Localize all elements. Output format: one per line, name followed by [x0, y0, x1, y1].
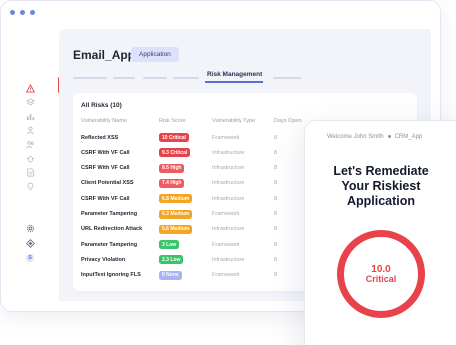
layers-icon[interactable]	[25, 98, 35, 107]
risk-score-cell: 0 None	[159, 270, 212, 280]
table-row[interactable]: URL Redirection Attack 5.6 Medium Infrastr…	[81, 224, 314, 234]
page-title: Email_App	[73, 48, 136, 62]
table-row[interactable]: InputText Ignoring FLS 0 None Framework 8	[81, 270, 314, 280]
risk-score-badge: 0 None	[159, 270, 182, 280]
risk-score-badge: 10 Critical	[159, 133, 189, 142]
chart-icon[interactable]	[26, 112, 35, 121]
risk-score-label: Critical	[365, 273, 397, 284]
vulnerability-type: Infrastructure	[212, 165, 245, 172]
window-dot-close[interactable]	[10, 10, 15, 15]
risk-score-cell: 8.5 High	[159, 163, 212, 173]
risk-score-cell: 2.3 Low	[159, 255, 212, 265]
table-header: Vulnerability Name Risk Score Vulnerabil…	[81, 118, 314, 124]
vulnerability-name[interactable]: CSRF With VF Call	[81, 165, 159, 171]
tab-placeholder-2[interactable]	[113, 77, 135, 79]
gear-icon[interactable]	[26, 224, 35, 233]
window-controls	[10, 10, 35, 15]
vulnerability-name[interactable]: URL Redirection Attack	[81, 226, 159, 232]
table-row[interactable]: Client Potential XSS 7.4 High Infrastructu…	[81, 178, 314, 188]
separator-dot	[387, 134, 391, 138]
vulnerability-type: Framework	[212, 272, 240, 279]
table-row[interactable]: Reflected XSS 10 Critical Framework 8	[81, 133, 314, 142]
table-row[interactable]: CSRF With VF Call 6.8 Medium Infrastructur…	[81, 194, 314, 204]
risk-score-value: 10.0	[371, 263, 391, 275]
headline: Let's Remediate Your Riskiest Applicatio…	[305, 164, 456, 208]
vulnerability-name[interactable]: Parameter Tampering	[81, 211, 159, 217]
risk-score-badge: 3 Low	[159, 240, 180, 250]
welcome-text: Welcome John Smith	[327, 134, 384, 140]
risk-score-cell: 6.8 Medium	[159, 194, 212, 204]
headline-line: Let's Remediate	[333, 164, 429, 178]
risk-score-badge: 2.3 Low	[159, 255, 184, 265]
vulnerability-type: Infrastructure	[212, 256, 245, 263]
welcome-bar: Welcome John Smith CRM_App	[327, 134, 422, 140]
column-header[interactable]: Risk Score	[159, 118, 212, 124]
org-name: CRM_App	[394, 134, 423, 140]
risk-score-badge: 5.6 Medium	[159, 224, 193, 234]
vulnerability-name[interactable]: Parameter Tampering	[81, 242, 159, 248]
bug-icon[interactable]	[26, 154, 35, 163]
risk-score-badge: 8.5 High	[159, 163, 185, 173]
risk-score-cell: 7.4 High	[159, 178, 212, 188]
sidebar	[1, 29, 59, 311]
tab-placeholder-1[interactable]	[73, 77, 107, 79]
risk-score-cell: 10 Critical	[159, 133, 212, 142]
app-type-badge: Application	[131, 47, 179, 62]
vulnerability-name[interactable]: CSRF With VF Call	[81, 150, 159, 156]
vulnerability-name[interactable]: CSRF With VF Call	[81, 196, 159, 202]
vulnerability-type: Framework	[212, 241, 240, 248]
headline-line: Your Riskiest	[341, 178, 421, 193]
column-header[interactable]: Vulnerability Type	[212, 118, 274, 124]
vulnerability-type: Infrastructure	[212, 149, 245, 156]
tab-placeholder-4[interactable]	[173, 77, 199, 79]
tab-active-underline	[205, 81, 263, 83]
vulnerability-type: Framework	[212, 211, 240, 217]
document-icon[interactable]	[26, 168, 35, 177]
vulnerability-type: Infrastructure	[212, 195, 245, 202]
users-icon[interactable]	[25, 140, 35, 149]
lightbulb-icon[interactable]	[26, 182, 35, 191]
vulnerability-name[interactable]: InputText Ignoring FLS	[81, 272, 159, 278]
vulnerability-name[interactable]: Client Potential XSS	[81, 180, 159, 186]
risk-score-cell: 3 Low	[159, 240, 212, 250]
risk-score-badge: 7.4 High	[159, 178, 185, 188]
table-row[interactable]: Parameter Tampering 3 Low Framework 8	[81, 240, 314, 250]
headline-line: Application	[346, 193, 416, 208]
sidebar-bottom: S	[1, 224, 59, 262]
window-dot-minimize[interactable]	[20, 10, 25, 15]
risks-title: All Risks (10)	[81, 102, 122, 109]
vulnerability-type: Infrastructure	[212, 226, 245, 233]
table-row[interactable]: Parameter Tampering 6.3 Medium Framework 8	[81, 209, 314, 219]
risk-score-cell: 9.3 Critical	[159, 148, 212, 158]
risk-score-badge: 6.8 Medium	[159, 194, 193, 204]
vulnerability-name[interactable]: Privacy Violation	[81, 257, 159, 263]
risk-score-ring: 10.0 Critical	[337, 230, 425, 318]
risk-score-badge: 6.3 Medium	[159, 209, 193, 219]
risk-score-badge: 9.3 Critical	[159, 148, 191, 158]
vulnerability-type: Infrastructure	[212, 180, 245, 187]
risk-score-cell: 5.6 Medium	[159, 224, 212, 234]
column-header[interactable]: Vulnerability Name	[81, 118, 159, 124]
tab-bar: Risk Management	[73, 71, 313, 85]
table-row[interactable]: CSRF With VF Call 8.5 High Infrastructure 8	[81, 163, 314, 173]
risk-score-cell: 6.3 Medium	[159, 209, 212, 219]
vulnerability-name[interactable]: Reflected XSS	[81, 135, 159, 141]
tab-risk-management[interactable]: Risk Management	[207, 71, 262, 78]
tab-placeholder-5[interactable]	[273, 77, 301, 79]
vulnerability-type: Framework	[212, 134, 240, 141]
mobile-preview: Welcome John Smith CRM_App Let's Remediat…	[304, 120, 456, 345]
table-row[interactable]: CSRF With VF Call 9.3 Critical Infrastruct…	[81, 148, 314, 158]
user-avatar-icon[interactable]: S	[26, 254, 34, 262]
table-row[interactable]: Privacy Violation 2.3 Low Infrastructure 8	[81, 255, 314, 265]
window-dot-maximize[interactable]	[30, 10, 35, 15]
tab-placeholder-3[interactable]	[143, 77, 167, 79]
target-icon[interactable]	[25, 239, 35, 248]
warning-icon[interactable]	[25, 84, 35, 93]
people-icon[interactable]	[26, 126, 35, 135]
